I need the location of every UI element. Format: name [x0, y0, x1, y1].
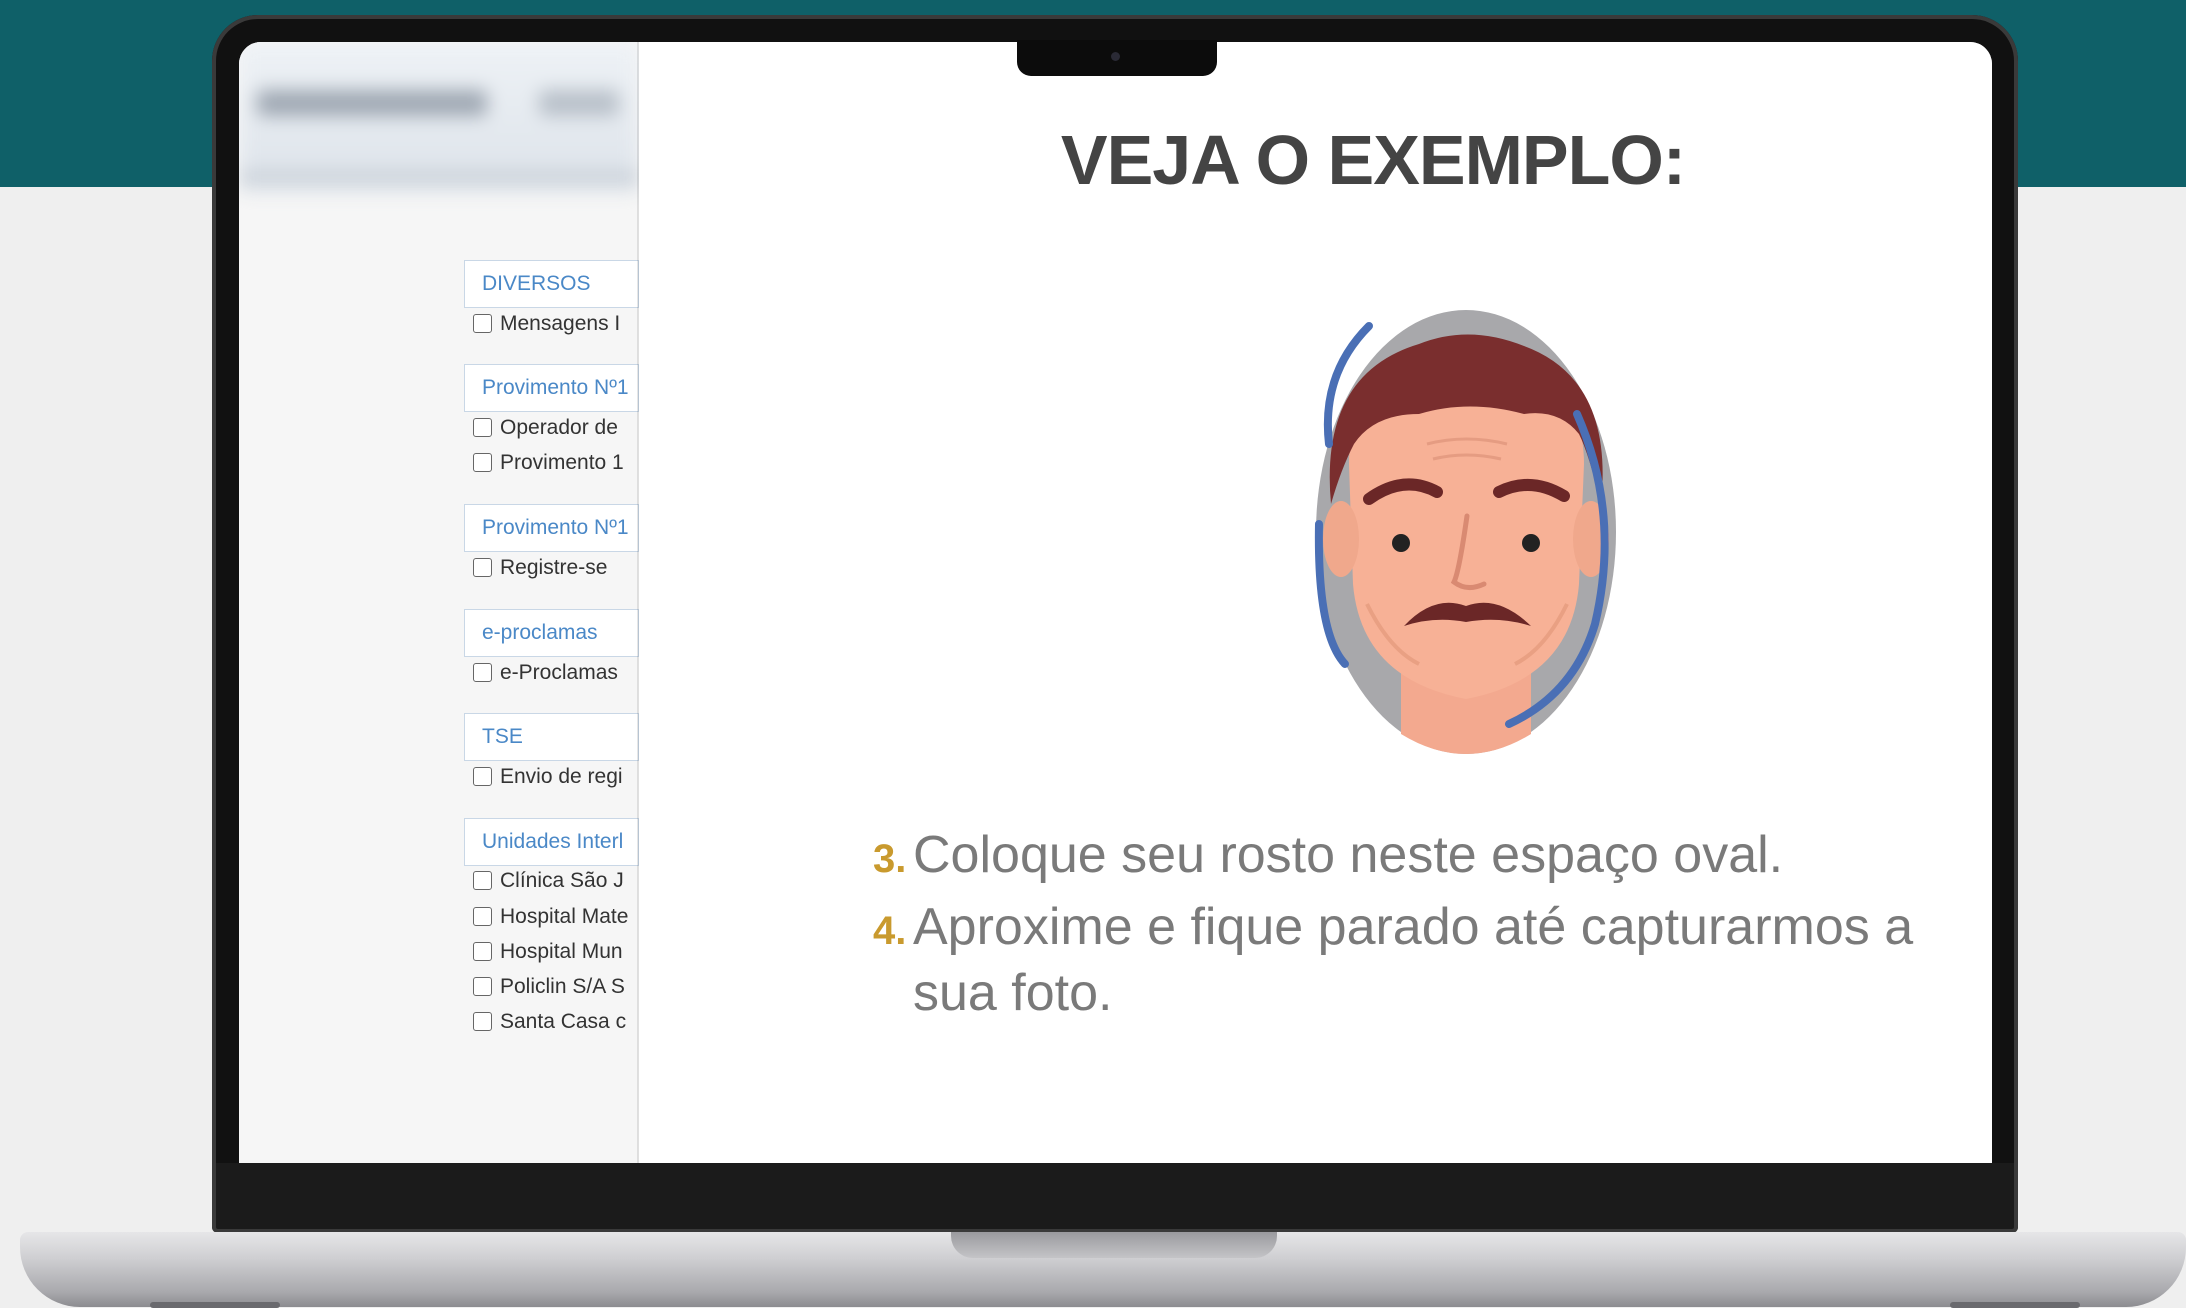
laptop-foot — [1950, 1302, 2080, 1308]
checkbox[interactable] — [473, 766, 492, 786]
checkbox-item[interactable]: Santa Casa c — [464, 1010, 642, 1034]
checkbox[interactable] — [473, 417, 492, 437]
checkbox[interactable] — [473, 662, 492, 682]
checkbox-item[interactable]: Registre-se — [464, 556, 642, 580]
checkbox-item[interactable]: Clínica São J — [464, 869, 642, 893]
checkbox-item[interactable]: Provimento 1 — [464, 451, 642, 475]
laptop-chin — [215, 1163, 2015, 1233]
checkbox[interactable] — [473, 870, 492, 890]
section-header[interactable]: DIVERSOS — [464, 260, 639, 308]
checkbox-item[interactable]: Hospital Mun — [464, 940, 642, 964]
laptop-foot — [150, 1302, 280, 1308]
step-number: 4. — [873, 909, 907, 953]
section-header[interactable]: Unidades Interl — [464, 818, 639, 866]
checkbox-item[interactable]: Hospital Mate — [464, 905, 642, 929]
checkbox-item[interactable]: Operador de — [464, 416, 642, 440]
step-4: 4. Aproxime e fique parado até capturarmo… — [873, 894, 1973, 1026]
checkbox[interactable] — [473, 313, 492, 333]
face-oval-icon — [1314, 310, 1616, 754]
step-text: Aproxime e fique parado até capturarmos … — [913, 898, 1914, 1022]
section-header[interactable]: TSE — [464, 713, 639, 761]
checkbox-item[interactable]: Mensagens I — [464, 312, 642, 336]
checkbox[interactable] — [473, 906, 492, 926]
checkbox-item[interactable]: Envio de regi — [464, 765, 642, 789]
step-3: 3. Coloque seu rosto neste espaço oval. — [873, 822, 1973, 892]
blurred-app-header — [239, 42, 639, 192]
section-header[interactable]: e-proclamas — [464, 609, 639, 657]
background-app: DIVERSOS Mensagens I Provimento Nº1 Oper… — [239, 42, 639, 1163]
step-number: 3. — [873, 837, 907, 881]
checkbox-item[interactable]: Policlin S/A S — [464, 975, 642, 999]
checkbox[interactable] — [473, 452, 492, 472]
laptop-opening-notch — [951, 1232, 1277, 1258]
checkbox[interactable] — [473, 941, 492, 961]
checkbox[interactable] — [473, 976, 492, 996]
step-text: Coloque seu rosto neste espaço oval. — [913, 826, 1784, 884]
checkbox[interactable] — [473, 557, 492, 577]
section-header[interactable]: Provimento Nº1 — [464, 364, 639, 412]
modal-title: VEJA O EXEMPLO: — [1060, 121, 1686, 199]
checkbox[interactable] — [473, 1011, 492, 1031]
instruction-modal: VEJA O EXEMPLO: 3. Coloque seu rosto nes… — [639, 42, 1992, 1163]
section-header[interactable]: Provimento Nº1 — [464, 504, 639, 552]
checkbox-item[interactable]: e-Proclamas — [464, 661, 642, 685]
camera-icon — [1111, 52, 1120, 61]
laptop-screen: DIVERSOS Mensagens I Provimento Nº1 Oper… — [239, 42, 1992, 1163]
